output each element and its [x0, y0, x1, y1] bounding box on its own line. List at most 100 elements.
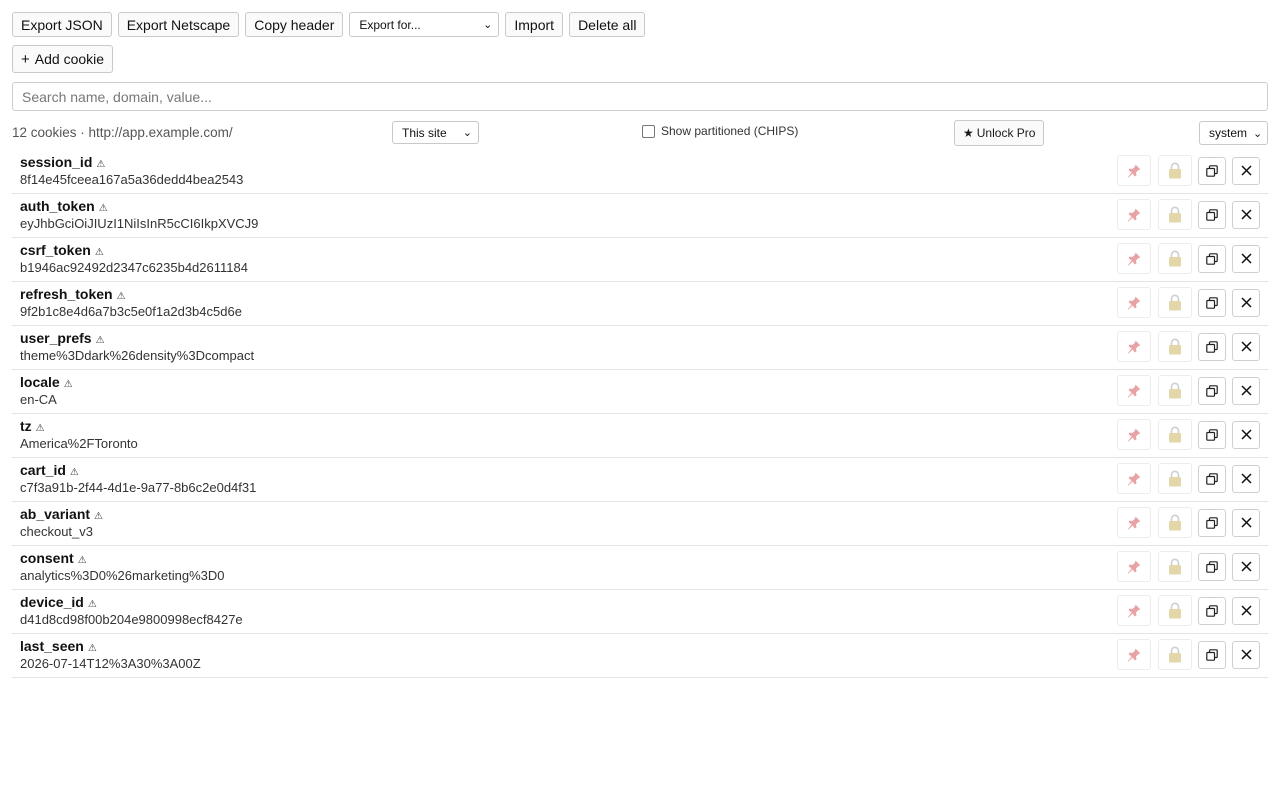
cookie-name: csrf_token	[20, 242, 91, 258]
pin-icon[interactable]	[1117, 551, 1151, 582]
close-icon[interactable]	[1232, 200, 1260, 229]
pin-icon[interactable]	[1117, 199, 1151, 230]
cookie-value: c7f3a91b-2f44-4d1e-9a77-8b6c2e0d4f31	[20, 480, 257, 495]
copy-icon[interactable]	[1198, 244, 1226, 273]
warning-icon: ⚠	[96, 159, 106, 170]
lock-icon[interactable]	[1158, 331, 1192, 362]
close-icon[interactable]	[1232, 640, 1260, 669]
pin-icon[interactable]	[1117, 287, 1151, 318]
export-for-select[interactable]: Export for... ⌄	[349, 12, 500, 37]
lock-icon[interactable]	[1158, 551, 1192, 582]
copy-icon[interactable]	[1198, 596, 1226, 625]
partitioned-toggle[interactable]: Show partitioned (CHIPS)	[642, 124, 798, 138]
copy-icon[interactable]	[1198, 332, 1226, 361]
cookie-row[interactable]: session_id ⚠ 8f14e45fceea167a5a36dedd4bea2…	[12, 150, 1268, 194]
cookie-row[interactable]: refresh_token ⚠ 9f2b1c8e4d6a7b3c5e0f1a2d3b…	[12, 282, 1268, 326]
copy-icon[interactable]	[1198, 420, 1226, 449]
cookie-name: refresh_token	[20, 286, 113, 302]
warning-icon: ⚠	[35, 423, 45, 434]
scope-select[interactable]: This site ⌄	[392, 121, 479, 144]
lock-icon[interactable]	[1158, 155, 1192, 186]
unlock-pro-button[interactable]: ★ Unlock Pro	[954, 120, 1045, 146]
cookie-name-line: device_id ⚠	[20, 594, 97, 610]
export-json-button[interactable]: Export JSON	[12, 12, 112, 37]
cookie-list: session_id ⚠ 8f14e45fceea167a5a36dedd4bea2…	[12, 150, 1268, 678]
pin-icon[interactable]	[1117, 331, 1151, 362]
cookie-row[interactable]: consent ⚠ analytics%3D0%26marketing%3D0	[12, 546, 1268, 590]
warning-icon: ⚠	[87, 599, 97, 610]
copy-icon[interactable]	[1198, 376, 1226, 405]
close-icon[interactable]	[1232, 464, 1260, 493]
cookie-actions	[1110, 639, 1260, 670]
theme-select[interactable]: system ⌄	[1199, 121, 1268, 145]
lock-icon[interactable]	[1158, 287, 1192, 318]
cookie-row[interactable]: device_id ⚠ d41d8cd98f00b204e9800998ecf842…	[12, 590, 1268, 634]
lock-icon[interactable]	[1158, 595, 1192, 626]
cookie-name: last_seen	[20, 638, 84, 654]
pin-icon[interactable]	[1117, 155, 1151, 186]
delete-all-button[interactable]: Delete all	[569, 12, 646, 37]
close-icon[interactable]	[1232, 288, 1260, 317]
copy-icon[interactable]	[1198, 200, 1226, 229]
cookie-row[interactable]: cart_id ⚠ c7f3a91b-2f44-4d1e-9a77-8b6c2e0d…	[12, 458, 1268, 502]
export-netscape-button[interactable]: Export Netscape	[117, 12, 240, 37]
lock-icon[interactable]	[1158, 199, 1192, 230]
cookie-editor: Export JSON Export Netscape Copy header …	[0, 0, 1280, 678]
add-cookie-button[interactable]: + Add cookie	[12, 45, 114, 73]
lock-icon[interactable]	[1158, 243, 1192, 274]
theme-value: system	[1209, 126, 1248, 140]
toolbar: Export JSON Export Netscape Copy header …	[12, 12, 1268, 37]
cookie-actions	[1110, 507, 1260, 538]
cookie-value: en-CA	[20, 392, 57, 407]
pin-icon[interactable]	[1117, 419, 1151, 450]
cookie-name: auth_token	[20, 198, 95, 214]
chevron-down-icon: ⌄	[483, 19, 493, 31]
close-icon[interactable]	[1232, 332, 1260, 361]
pin-icon[interactable]	[1117, 463, 1151, 494]
star-icon: ★	[963, 126, 974, 140]
cookie-name-line: csrf_token ⚠	[20, 242, 104, 258]
copy-icon[interactable]	[1198, 640, 1226, 669]
cookie-actions	[1110, 419, 1260, 450]
search-input[interactable]	[12, 82, 1268, 111]
lock-icon[interactable]	[1158, 375, 1192, 406]
warning-icon: ⚠	[87, 643, 97, 654]
warning-icon: ⚠	[69, 467, 79, 478]
pin-icon[interactable]	[1117, 243, 1151, 274]
cookie-name-line: user_prefs ⚠	[20, 330, 105, 346]
cookie-name-line: refresh_token ⚠	[20, 286, 126, 302]
copy-icon[interactable]	[1198, 464, 1226, 493]
cookie-row[interactable]: auth_token ⚠ eyJhbGciOiJIUzI1NiIsInR5cCI6I…	[12, 194, 1268, 238]
pin-icon[interactable]	[1117, 507, 1151, 538]
lock-icon[interactable]	[1158, 463, 1192, 494]
close-icon[interactable]	[1232, 508, 1260, 537]
cookie-name-line: auth_token ⚠	[20, 198, 108, 214]
close-icon[interactable]	[1232, 420, 1260, 449]
copy-icon[interactable]	[1198, 508, 1226, 537]
copy-header-button[interactable]: Copy header	[245, 12, 344, 37]
cookie-row[interactable]: ab_variant ⚠ checkout_v3	[12, 502, 1268, 546]
pin-icon[interactable]	[1117, 639, 1151, 670]
cookie-row[interactable]: csrf_token ⚠ b1946ac92492d2347c6235b4d2611…	[12, 238, 1268, 282]
cookie-row[interactable]: last_seen ⚠ 2026-07-14T12%3A30%3A00Z	[12, 634, 1268, 678]
cookie-row[interactable]: tz ⚠ America%2FToronto	[12, 414, 1268, 458]
close-icon[interactable]	[1232, 156, 1260, 185]
close-icon[interactable]	[1232, 596, 1260, 625]
cookie-actions	[1110, 331, 1260, 362]
copy-icon[interactable]	[1198, 288, 1226, 317]
pin-icon[interactable]	[1117, 375, 1151, 406]
close-icon[interactable]	[1232, 376, 1260, 405]
copy-icon[interactable]	[1198, 552, 1226, 581]
close-icon[interactable]	[1232, 244, 1260, 273]
cookie-name: tz	[20, 418, 32, 434]
lock-icon[interactable]	[1158, 639, 1192, 670]
pin-icon[interactable]	[1117, 595, 1151, 626]
copy-icon[interactable]	[1198, 156, 1226, 185]
lock-icon[interactable]	[1158, 507, 1192, 538]
import-button[interactable]: Import	[505, 12, 564, 37]
partitioned-checkbox[interactable]	[642, 124, 655, 138]
cookie-row[interactable]: user_prefs ⚠ theme%3Ddark%26density%3Dcomp…	[12, 326, 1268, 370]
cookie-row[interactable]: locale ⚠ en-CA	[12, 370, 1268, 414]
lock-icon[interactable]	[1158, 419, 1192, 450]
close-icon[interactable]	[1232, 552, 1260, 581]
